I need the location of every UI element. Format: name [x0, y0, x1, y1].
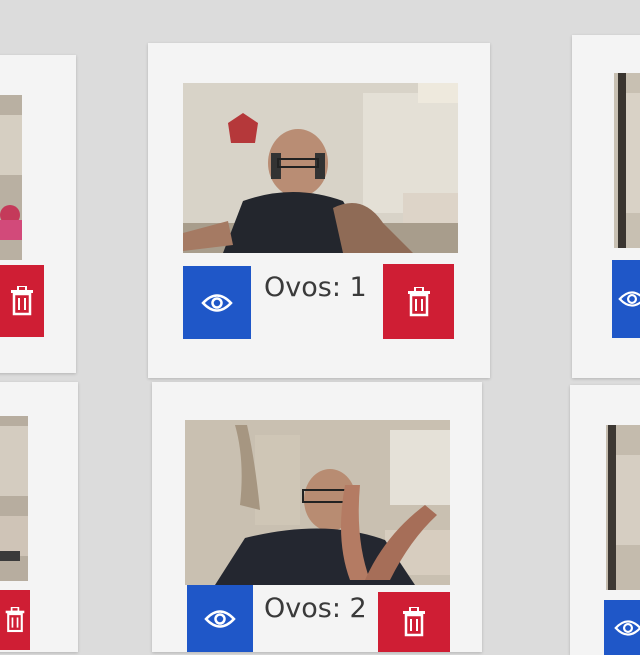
trash-icon: [406, 286, 432, 317]
card-right-top: [572, 35, 640, 378]
card-photo: [185, 420, 450, 585]
egg-count-label: Ovos: 2: [264, 593, 367, 624]
card-right-bottom: [570, 385, 640, 655]
delete-button[interactable]: [0, 265, 44, 337]
egg-count-label: Ovos: 1: [264, 272, 367, 303]
card-left-top: [0, 55, 76, 373]
card-photo: [614, 73, 640, 248]
card-2: Ovos: 2: [152, 382, 482, 652]
card-1: Ovos: 1: [148, 43, 490, 378]
card-photo: [0, 416, 28, 581]
card-photo: [0, 95, 22, 260]
eye-icon: [614, 618, 640, 638]
view-button[interactable]: [183, 266, 251, 339]
eye-icon: [204, 608, 236, 630]
trash-icon: [4, 607, 26, 633]
trash-icon: [9, 286, 35, 316]
delete-button[interactable]: [0, 590, 30, 650]
view-button[interactable]: [612, 260, 640, 338]
eye-icon: [618, 289, 640, 309]
view-button[interactable]: [187, 585, 253, 652]
delete-button[interactable]: [383, 264, 454, 339]
eye-icon: [201, 292, 233, 314]
view-button[interactable]: [604, 600, 640, 655]
delete-button[interactable]: [378, 592, 450, 652]
trash-icon: [401, 607, 427, 637]
card-photo: [606, 425, 640, 590]
card-photo: [183, 83, 458, 253]
card-left-bottom: [0, 382, 78, 652]
